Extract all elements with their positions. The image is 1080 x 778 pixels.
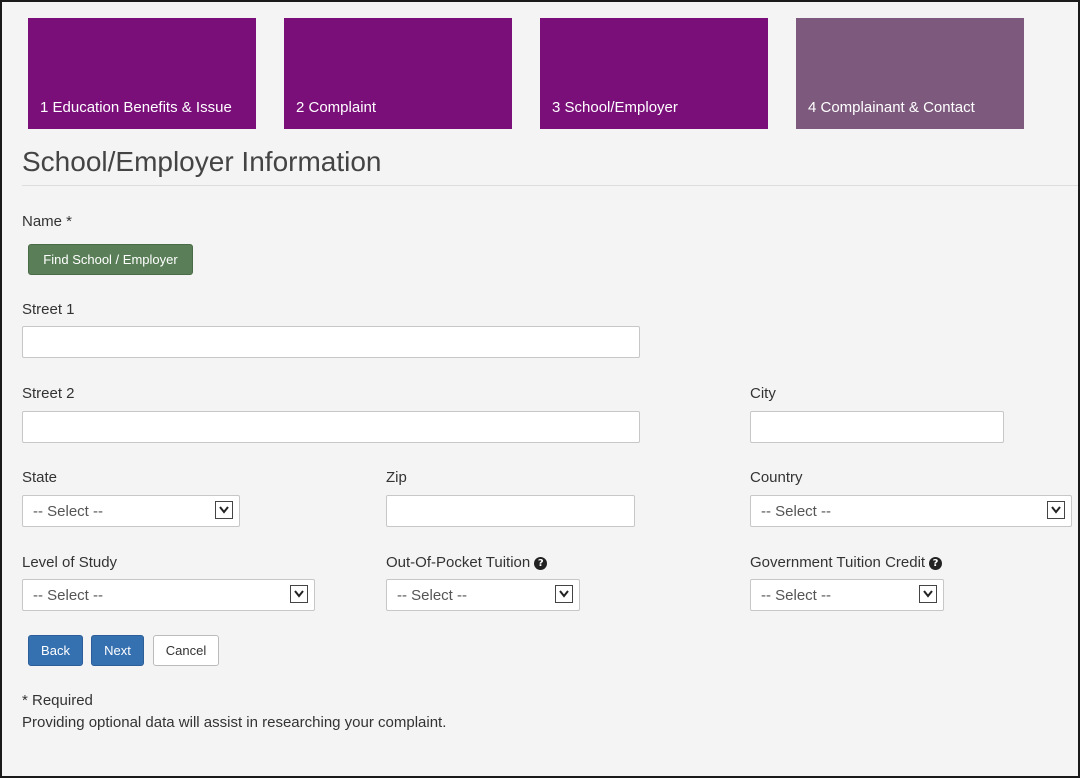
name-label: Name * <box>22 213 73 230</box>
page-title: School/Employer Information <box>22 146 382 177</box>
city-label: City <box>750 385 776 402</box>
step-complainant-contact[interactable]: 4 Complainant & Contact <box>796 18 1024 129</box>
next-button[interactable]: Next <box>91 635 144 666</box>
step-label: 1 Education Benefits & Issue <box>40 99 232 116</box>
state-label: State <box>22 469 58 486</box>
gov-label-text: Government Tuition Credit <box>750 554 926 571</box>
out-of-pocket-tuition-select[interactable]: -- Select -- <box>386 579 580 611</box>
level-select-value: -- Select -- <box>33 587 104 604</box>
government-tuition-credit-select[interactable]: -- Select -- <box>750 579 944 611</box>
chevron-down-icon <box>919 585 937 603</box>
oop-label-text: Out-Of-Pocket Tuition <box>386 554 531 571</box>
country-select-value: -- Select -- <box>761 503 832 520</box>
city-input[interactable] <box>750 411 1004 443</box>
cancel-button[interactable]: Cancel <box>153 635 219 666</box>
find-school-employer-button[interactable]: Find School / Employer <box>28 244 193 275</box>
state-select-value: -- Select -- <box>33 503 104 520</box>
help-icon[interactable]: ? <box>929 557 943 570</box>
back-button[interactable]: Back <box>28 635 83 666</box>
zip-label: Zip <box>386 469 407 486</box>
government-tuition-credit-label: Government Tuition Credit? <box>750 554 943 571</box>
step-label: 3 School/Employer <box>552 99 678 116</box>
help-icon[interactable]: ? <box>534 557 548 570</box>
chevron-down-icon <box>555 585 573 603</box>
country-select[interactable]: -- Select -- <box>750 495 1072 527</box>
step-education-benefits[interactable]: 1 Education Benefits & Issue <box>28 18 256 129</box>
page-frame: 1 Education Benefits & Issue 2 Complaint… <box>0 0 1080 778</box>
title-divider <box>22 185 1078 186</box>
step-label: 4 Complainant & Contact <box>808 99 975 116</box>
required-note: * Required <box>22 692 93 709</box>
street1-label: Street 1 <box>22 301 75 318</box>
out-of-pocket-tuition-label: Out-Of-Pocket Tuition? <box>386 554 548 571</box>
oop-select-value: -- Select -- <box>397 587 468 604</box>
chevron-down-icon <box>215 501 233 519</box>
step-label: 2 Complaint <box>296 99 377 116</box>
street2-input[interactable] <box>22 411 640 443</box>
gov-select-value: -- Select -- <box>761 587 832 604</box>
optional-data-note: Providing optional data will assist in r… <box>22 714 447 731</box>
level-of-study-label: Level of Study <box>22 554 118 571</box>
level-of-study-select[interactable]: -- Select -- <box>22 579 315 611</box>
street2-label: Street 2 <box>22 385 75 402</box>
zip-input[interactable] <box>386 495 635 527</box>
chevron-down-icon <box>290 585 308 603</box>
step-complaint[interactable]: 2 Complaint <box>284 18 512 129</box>
country-label: Country <box>750 469 803 486</box>
street1-input[interactable] <box>22 326 640 358</box>
chevron-down-icon <box>1047 501 1065 519</box>
step-school-employer[interactable]: 3 School/Employer <box>540 18 768 129</box>
state-select[interactable]: -- Select -- <box>22 495 240 527</box>
